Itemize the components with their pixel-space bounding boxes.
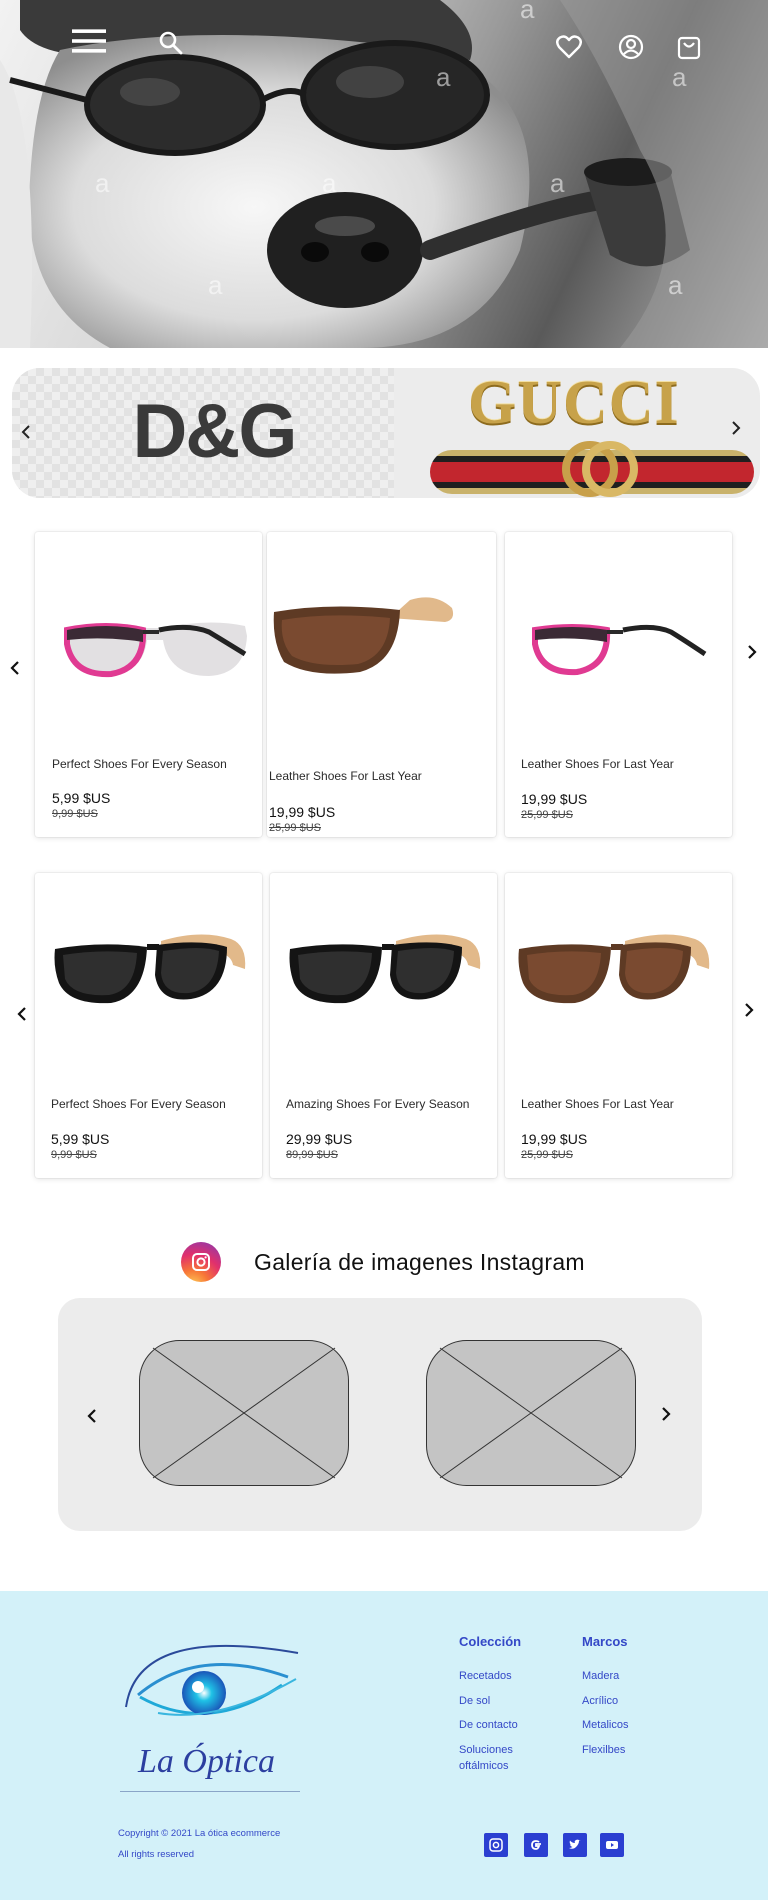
gucci-gg-emblem [562,441,638,497]
product-name: Perfect Shoes For Every Season [51,1097,226,1111]
watermark: a [208,270,223,300]
brand-next-arrow[interactable] [724,416,748,440]
watermark: a [550,168,565,198]
footer: La Óptica Colección Recetados De sol De … [0,1591,768,1900]
footer-link-de-sol[interactable]: De sol [459,1693,490,1709]
gallery-next-arrow[interactable] [654,1402,678,1426]
heart-icon[interactable] [552,30,586,64]
gallery-prev-arrow[interactable] [80,1404,104,1428]
search-icon[interactable] [154,26,188,60]
product-name: Perfect Shoes For Every Season [52,757,227,771]
product-card[interactable]: Perfect Shoes For Every Season 5,99 $US … [35,873,262,1178]
product-name: Leather Shoes For Last Year [521,757,674,771]
product-card[interactable]: Amazing Shoes For Every Season 29,99 $US… [270,873,497,1178]
watermark: a [672,62,687,92]
product-name: Amazing Shoes For Every Season [286,1097,470,1111]
la-optica-logo-text: La Óptica [138,1743,275,1780]
footer-link-soluciones[interactable]: Soluciones oftálmicos [459,1742,541,1774]
product-price: 19,99 $US [269,804,336,820]
product-old-price: 9,99 $US [51,1149,97,1161]
brand-prev-arrow[interactable] [14,420,38,444]
product-old-price: 25,99 $US [269,822,321,834]
hero-image [0,0,768,348]
product-image-pink-glasses [64,622,247,678]
hero-banner: a a a a a a a a [0,0,768,348]
watermark: a [95,168,110,198]
product-name: Leather Shoes For Last Year [269,769,422,783]
product-price: 29,99 $US [286,1131,353,1147]
products-row1-next-arrow[interactable] [740,640,764,664]
watermark: a [322,168,337,198]
product-image-black-sunglasses [54,934,246,1004]
instagram-icon[interactable] [484,1833,508,1857]
product-image-black-sunglasses [289,934,481,1004]
product-price: 19,99 $US [521,791,588,807]
cart-icon[interactable] [672,30,706,64]
footer-marcos-title: Marcos [582,1634,628,1649]
products-row1-prev-arrow[interactable] [3,656,27,680]
la-optica-logo-eye [125,1644,299,1716]
watermark: a [520,0,535,24]
product-image-pink-glasses [532,624,707,676]
product-card[interactable]: Leather Shoes For Last Year 19,99 $US 25… [505,532,732,837]
footer-copyright: Copyright © 2021 La ótica ecommerce [118,1828,281,1839]
product-old-price: 25,99 $US [521,809,573,821]
footer-link-madera[interactable]: Madera [582,1668,619,1684]
instagram-image-placeholder[interactable] [139,1340,349,1486]
product-price: 5,99 $US [51,1131,110,1147]
footer-link-acrilico[interactable]: Acrílico [582,1693,618,1709]
gucci-logo: GUCCI [468,369,680,437]
product-old-price: 25,99 $US [521,1149,573,1161]
twitter-icon[interactable] [563,1833,587,1857]
instagram-image-placeholder[interactable] [426,1340,636,1486]
youtube-icon[interactable] [600,1833,624,1857]
product-image-brown-sunglasses [273,597,454,674]
product-price: 19,99 $US [521,1131,588,1147]
footer-link-flexibles[interactable]: Flexilbes [582,1742,625,1758]
user-icon[interactable] [614,30,648,64]
products-row2-prev-arrow[interactable] [10,1002,34,1026]
product-card[interactable]: Perfect Shoes For Every Season 5,99 $US … [35,532,262,837]
product-card[interactable]: Leather Shoes For Last Year 19,99 $US 25… [267,532,496,837]
product-old-price: 89,99 $US [286,1149,338,1161]
watermark: a [436,62,451,92]
instagram-badge-icon [181,1242,221,1282]
menu-icon[interactable] [72,24,106,58]
product-card[interactable]: Leather Shoes For Last Year 19,99 $US 25… [505,873,732,1178]
product-old-price: 9,99 $US [52,808,98,820]
footer-link-recetados[interactable]: Recetados [459,1668,512,1684]
footer-collection-title: Colección [459,1634,522,1649]
brand-carousel: D&G GUCCI [12,368,760,498]
products-row2-next-arrow[interactable] [737,998,761,1022]
footer-link-metalicos[interactable]: Metalicos [582,1717,628,1733]
instagram-gallery-title: Galería de imagenes Instagram [254,1249,585,1275]
footer-rights: All rights reserved [118,1849,195,1860]
product-price: 5,99 $US [52,790,111,806]
dg-logo: D&G [132,389,298,474]
watermark: a [668,270,683,300]
google-icon[interactable] [524,1833,548,1857]
product-image-brown-sunglasses [518,934,710,1004]
footer-link-de-contacto[interactable]: De contacto [459,1717,518,1733]
product-name: Leather Shoes For Last Year [521,1097,674,1111]
